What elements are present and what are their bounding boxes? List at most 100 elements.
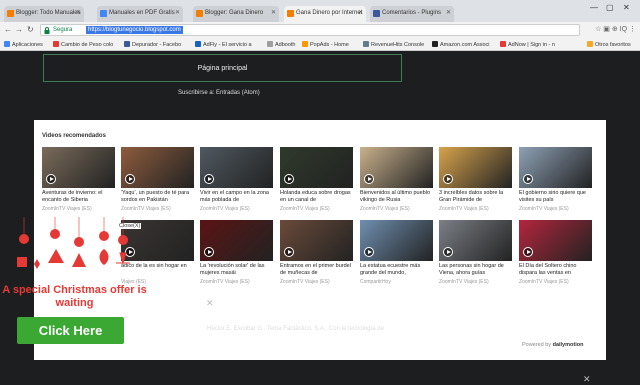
close-tab-icon[interactable]: ✕	[76, 9, 81, 16]
play-icon[interactable]	[284, 174, 294, 184]
video-card[interactable]: Las personas sin hogar de Viena, ahora g…	[439, 220, 512, 286]
play-icon[interactable]	[204, 174, 214, 184]
play-icon[interactable]	[523, 247, 533, 257]
bookmark-icon	[267, 41, 273, 47]
close-tab-icon[interactable]: ✕	[175, 9, 180, 16]
video-thumbnail[interactable]	[200, 147, 273, 188]
folder-icon	[587, 41, 593, 47]
bookmark-item[interactable]: Depurador - Facebo	[124, 41, 181, 48]
video-title[interactable]: Entramos en el primer burdel de muñecas …	[280, 263, 353, 277]
home-link[interactable]: Página principal	[43, 54, 402, 82]
video-thumbnail[interactable]	[439, 147, 512, 188]
video-card[interactable]: 'Yaqu', un puesto de té para sordos en P…	[121, 147, 194, 213]
play-icon[interactable]	[523, 174, 533, 184]
video-thumbnail[interactable]	[280, 147, 353, 188]
minimize-icon[interactable]: —	[590, 3, 598, 12]
video-card[interactable]: La estatua ecuestre más grande del mundo…	[360, 220, 433, 286]
video-thumbnail[interactable]	[519, 147, 592, 188]
video-title[interactable]: Holanda educa sobre drogas en un canal d…	[280, 190, 353, 204]
reload-icon[interactable]: ↻	[27, 25, 34, 34]
forward-icon[interactable]: →	[15, 25, 23, 34]
video-title[interactable]: La 'revolución solar' de las mujeres mas…	[200, 263, 273, 277]
bookmark-item[interactable]: AdFly - El servicio a	[195, 41, 252, 48]
video-card[interactable]: La 'revolución solar' de las mujeres mas…	[200, 220, 273, 286]
video-thumbnail[interactable]	[280, 220, 353, 261]
play-icon[interactable]	[443, 174, 453, 184]
video-title[interactable]: El gobierno sirio quiere que visites su …	[519, 190, 592, 204]
play-icon[interactable]	[443, 247, 453, 257]
video-source: ZoomInTV Viajes (ES)	[121, 206, 171, 212]
bookmark-folder[interactable]: Otros favoritos	[587, 41, 631, 48]
url-input[interactable]: Segura https://blogtunegocio.blogspot.co…	[40, 24, 580, 36]
bookmark-item[interactable]: Amazon.com Associ	[432, 41, 490, 48]
bookmark-item[interactable]: Cambio de Peso colo	[53, 41, 113, 48]
close-icon[interactable]: ✕	[583, 374, 591, 385]
video-title[interactable]: Las personas sin hogar de Viena, ahora g…	[439, 263, 512, 277]
video-thumbnail[interactable]	[42, 147, 115, 188]
tab-1[interactable]: Manuales en PDF Gratis ✕	[97, 6, 183, 22]
video-title[interactable]: 'Yaqu', un puesto de té para sordos en P…	[121, 190, 194, 204]
tab-label: Blogger: Gana Dinero	[205, 10, 264, 16]
bookmark-item[interactable]: AdNow | Sign in - n	[500, 41, 555, 48]
promo-text: A special Christmas offer is waiting	[2, 284, 147, 309]
close-tab-icon[interactable]: ✕	[271, 9, 276, 16]
play-icon[interactable]	[364, 247, 374, 257]
maximize-icon[interactable]: ▢	[606, 3, 614, 12]
close-icon[interactable]: ✕	[206, 298, 214, 309]
close-window-icon[interactable]: ✕	[623, 3, 630, 12]
bookmark-item[interactable]: RevenueHits Console	[363, 41, 424, 48]
video-card[interactable]: Holanda educa sobre drogas en un canal d…	[280, 147, 353, 213]
video-title[interactable]: Aventuras de invierno: el encanto de Sib…	[42, 190, 115, 204]
bookmark-apps[interactable]: Aplicaciones	[4, 41, 43, 48]
powered-by[interactable]: Powered by dailymotion	[522, 342, 583, 348]
video-source: ZoomInTV Viajes (ES)	[42, 206, 92, 212]
video-title[interactable]: La estatua ecuestre más grande del mundo…	[360, 263, 433, 277]
tab-4[interactable]: Comentarios - Plugins ✕	[370, 6, 454, 22]
video-title[interactable]: Vivir en el campo en la zona más poblada…	[200, 190, 273, 204]
video-source: ZoomInTV Viajes (ES)	[200, 206, 250, 212]
video-thumbnail[interactable]	[519, 220, 592, 261]
footer-text: Héctor E. Escobar G.. Tema Fantástico, S…	[207, 326, 384, 332]
video-card[interactable]: 3 increíbles datos sobre la Gran Pirámid…	[439, 147, 512, 213]
close-tab-icon[interactable]: ✕	[358, 9, 363, 16]
video-title[interactable]: Bienvenidos al último pueblo vikingo de …	[360, 190, 433, 204]
tab-0[interactable]: Blogger: Todo Manuales ✕	[4, 6, 84, 22]
subscribe-link[interactable]: Suscribirse a: Entradas (Atom)	[178, 90, 260, 96]
video-title[interactable]: 3 increíbles datos sobre la Gran Pirámid…	[439, 190, 512, 204]
video-card[interactable]: Entramos en el primer burdel de muñecas …	[280, 220, 353, 286]
video-card[interactable]: El gobierno sirio quiere que visites su …	[519, 147, 592, 213]
bookmark-item[interactable]: PopAds - Home	[302, 41, 349, 48]
bookmark-item[interactable]: Adbooth	[267, 41, 296, 48]
tab-label: Comentarios - Plugins	[382, 10, 442, 16]
lock-icon	[44, 27, 50, 34]
play-icon[interactable]	[46, 174, 56, 184]
tab-2[interactable]: Blogger: Gana Dinero ✕	[193, 6, 279, 22]
extensions-icons[interactable]: ☆ ▣ ⊕ IQ ⋮	[595, 25, 636, 33]
video-title[interactable]: El Día del Soltero chino dispara las ven…	[519, 263, 592, 277]
video-source: ZoomInTV Viajes (ES)	[280, 206, 330, 212]
click-here-button[interactable]: Click Here	[17, 317, 124, 344]
bookmarks-bar: Aplicaciones Cambio de Peso colo Depurad…	[0, 38, 640, 51]
christmas-promo-ad[interactable]: Close(X) A special Christmas offer is wa…	[0, 217, 150, 360]
play-icon[interactable]	[204, 247, 214, 257]
video-card[interactable]: Vivir en el campo en la zona más poblada…	[200, 147, 273, 213]
video-thumbnail[interactable]	[360, 147, 433, 188]
video-card[interactable]: Bienvenidos al último pueblo vikingo de …	[360, 147, 433, 213]
play-icon[interactable]	[284, 247, 294, 257]
url-text[interactable]: https://blogtunegocio.blogspot.com	[86, 26, 183, 34]
promo-close-button[interactable]: Close(X)	[118, 223, 142, 229]
bookmark-icon	[302, 41, 308, 47]
video-thumbnail[interactable]	[439, 220, 512, 261]
video-thumbnail[interactable]	[121, 147, 194, 188]
tab-3[interactable]: Gana Dinero por Internet ✕	[284, 6, 366, 22]
play-icon[interactable]	[364, 174, 374, 184]
bookmark-icon	[500, 41, 506, 47]
video-card[interactable]: Aventuras de invierno: el encanto de Sib…	[42, 147, 115, 213]
close-tab-icon[interactable]: ✕	[446, 9, 451, 16]
video-card[interactable]: El Día del Soltero chino dispara las ven…	[519, 220, 592, 286]
video-thumbnail[interactable]	[200, 220, 273, 261]
back-icon[interactable]: ←	[4, 25, 12, 34]
video-thumbnail[interactable]	[360, 220, 433, 261]
page-icon	[100, 10, 107, 17]
play-icon[interactable]	[125, 174, 135, 184]
